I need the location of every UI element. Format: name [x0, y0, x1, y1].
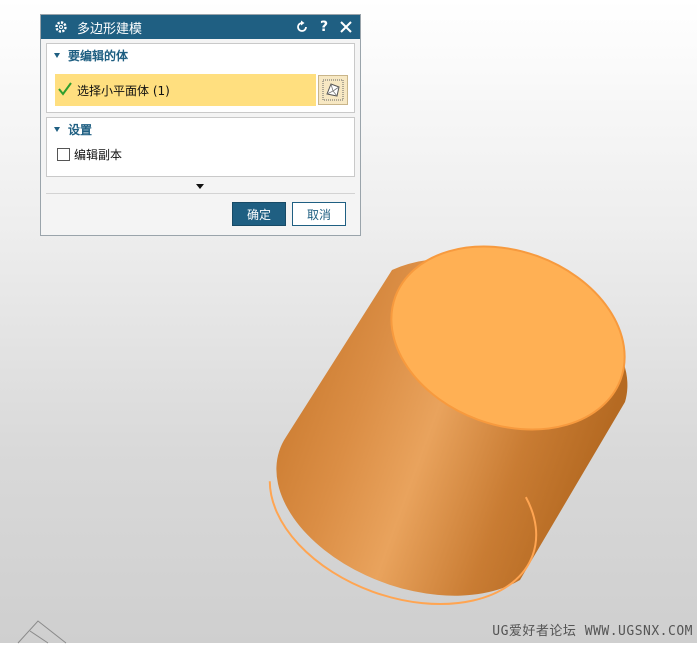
- collapse-icon: [54, 52, 60, 58]
- edit-copy-label: 编辑副本: [74, 147, 123, 162]
- dialog-title: 多边形建模: [77, 21, 143, 37]
- watermark-text: UG爱好者论坛 WWW.UGSNX.COM: [492, 624, 693, 639]
- collapse-icon: [54, 126, 60, 132]
- select-facet-body-field[interactable]: 选择小平面体 (1): [55, 74, 316, 106]
- section-header-settings[interactable]: 设置: [47, 118, 354, 140]
- dialog-buttons: 确定 取消: [41, 194, 360, 226]
- close-icon[interactable]: [338, 19, 354, 35]
- body-to-edit-panel: 要编辑的体 选择小平面体 (1): [46, 43, 355, 113]
- select-facet-body-label: 选择小平面体 (1): [77, 83, 170, 98]
- gear-icon[interactable]: [53, 19, 69, 35]
- facet-body-select-icon[interactable]: [318, 75, 348, 105]
- reset-icon[interactable]: [294, 19, 310, 35]
- polygon-modeling-dialog: 多边形建模 ? 要编辑的体 选择小平面体 (1) 设置 编辑副本 确定 取消: [40, 14, 361, 236]
- edit-copy-option: 编辑副本: [47, 140, 354, 168]
- section-header-body[interactable]: 要编辑的体: [47, 44, 354, 66]
- help-icon[interactable]: ?: [316, 19, 332, 35]
- cancel-button[interactable]: 取消: [292, 202, 346, 226]
- view-triad-icon: [17, 620, 67, 644]
- checkmark-icon: [57, 81, 73, 100]
- ok-button[interactable]: 确定: [232, 202, 286, 226]
- more-options-expander[interactable]: [41, 179, 360, 193]
- settings-panel: 设置 编辑副本: [46, 117, 355, 177]
- select-facet-body-row: 选择小平面体 (1): [55, 74, 348, 106]
- dialog-titlebar: 多边形建模 ?: [41, 15, 360, 39]
- section-label: 要编辑的体: [68, 48, 129, 63]
- expand-down-icon: [195, 183, 204, 189]
- section-label: 设置: [68, 122, 93, 137]
- edit-copy-checkbox[interactable]: [57, 147, 70, 161]
